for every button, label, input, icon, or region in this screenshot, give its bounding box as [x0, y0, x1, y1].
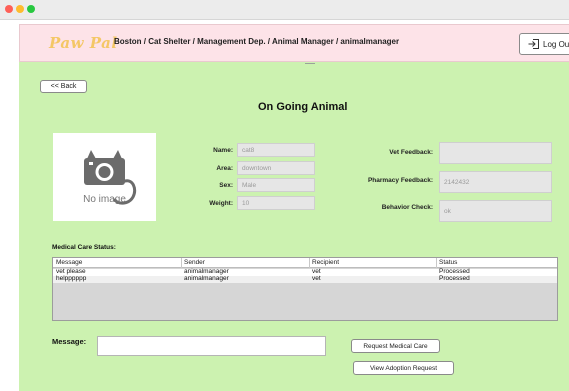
column-header-sender[interactable]: Sender — [184, 259, 205, 266]
logout-icon — [528, 39, 539, 49]
page-title: On Going Animal — [258, 101, 348, 113]
column-header-recipient[interactable]: Recipient — [312, 259, 339, 266]
back-button[interactable]: << Back — [40, 80, 87, 93]
pharmacy-feedback-label: Pharmacy Feedback: — [367, 177, 433, 184]
area-field[interactable]: downtown — [237, 161, 315, 175]
view-adoption-request-button[interactable]: View Adoption Request — [353, 361, 454, 375]
name-field[interactable]: cat8 — [237, 143, 315, 157]
behavior-check-label: Behavior Check: — [381, 204, 433, 211]
cell-sender: animalmanager — [184, 275, 229, 282]
cell-status: Processed — [439, 268, 470, 275]
column-header-message[interactable]: Message — [56, 259, 82, 266]
medical-care-status-label: Medical Care Status: — [52, 244, 116, 251]
vet-feedback-field[interactable] — [439, 142, 552, 164]
app-logo: Paw Pal — [49, 34, 118, 52]
weight-label: Weight: — [209, 200, 233, 207]
window-titlebar — [0, 0, 569, 20]
cell-status: Processed — [439, 275, 470, 282]
cell-sender: animalmanager — [184, 268, 229, 275]
table-row[interactable]: vet please animalmanager vet Processed — [53, 268, 557, 276]
vet-feedback-label: Vet Feedback: — [389, 149, 433, 156]
logout-label: Log Out — [543, 39, 569, 49]
cell-message: vet please — [56, 268, 86, 275]
cell-message: helpppppp — [56, 275, 87, 282]
column-header-status[interactable]: Status — [439, 259, 457, 266]
ongoing-animal-panel: << Back On Going Animal No image Name: c… — [19, 67, 569, 391]
breadcrumb: Boston / Cat Shelter / Management Dep. /… — [114, 37, 400, 46]
app-header: Paw Pal Boston / Cat Shelter / Managemen… — [19, 24, 569, 62]
window-close-button[interactable] — [5, 5, 13, 13]
weight-field[interactable]: 10 — [237, 196, 315, 210]
request-medical-care-button[interactable]: Request Medical Care — [351, 339, 440, 353]
sex-field[interactable]: Male — [237, 178, 315, 192]
area-label: Area: — [216, 165, 233, 172]
logout-button[interactable]: Log Out — [519, 33, 569, 55]
message-label: Message: — [52, 337, 87, 346]
column-divider — [309, 258, 310, 268]
table-row[interactable]: helpppppp animalmanager vet Processed — [53, 275, 557, 283]
window-maximize-button[interactable] — [27, 5, 35, 13]
message-input[interactable] — [97, 336, 326, 356]
splitter-grip-icon — [305, 63, 315, 64]
no-image-label: No image — [83, 194, 126, 205]
pharmacy-feedback-field[interactable]: 2142432 — [439, 171, 552, 193]
name-label: Name: — [213, 147, 233, 154]
window-minimize-button[interactable] — [16, 5, 24, 13]
table-header: Message Sender Recipient Status — [53, 258, 557, 268]
cell-recipient: vet — [312, 275, 321, 282]
behavior-check-field[interactable]: ok — [439, 200, 552, 222]
sex-label: Sex: — [219, 182, 233, 189]
cell-recipient: vet — [312, 268, 321, 275]
medical-care-table[interactable]: Message Sender Recipient Status vet plea… — [52, 257, 558, 321]
no-image-camera-cat-icon — [84, 150, 137, 205]
animal-photo: No image — [53, 133, 156, 221]
column-divider — [436, 258, 437, 268]
column-divider — [181, 258, 182, 268]
